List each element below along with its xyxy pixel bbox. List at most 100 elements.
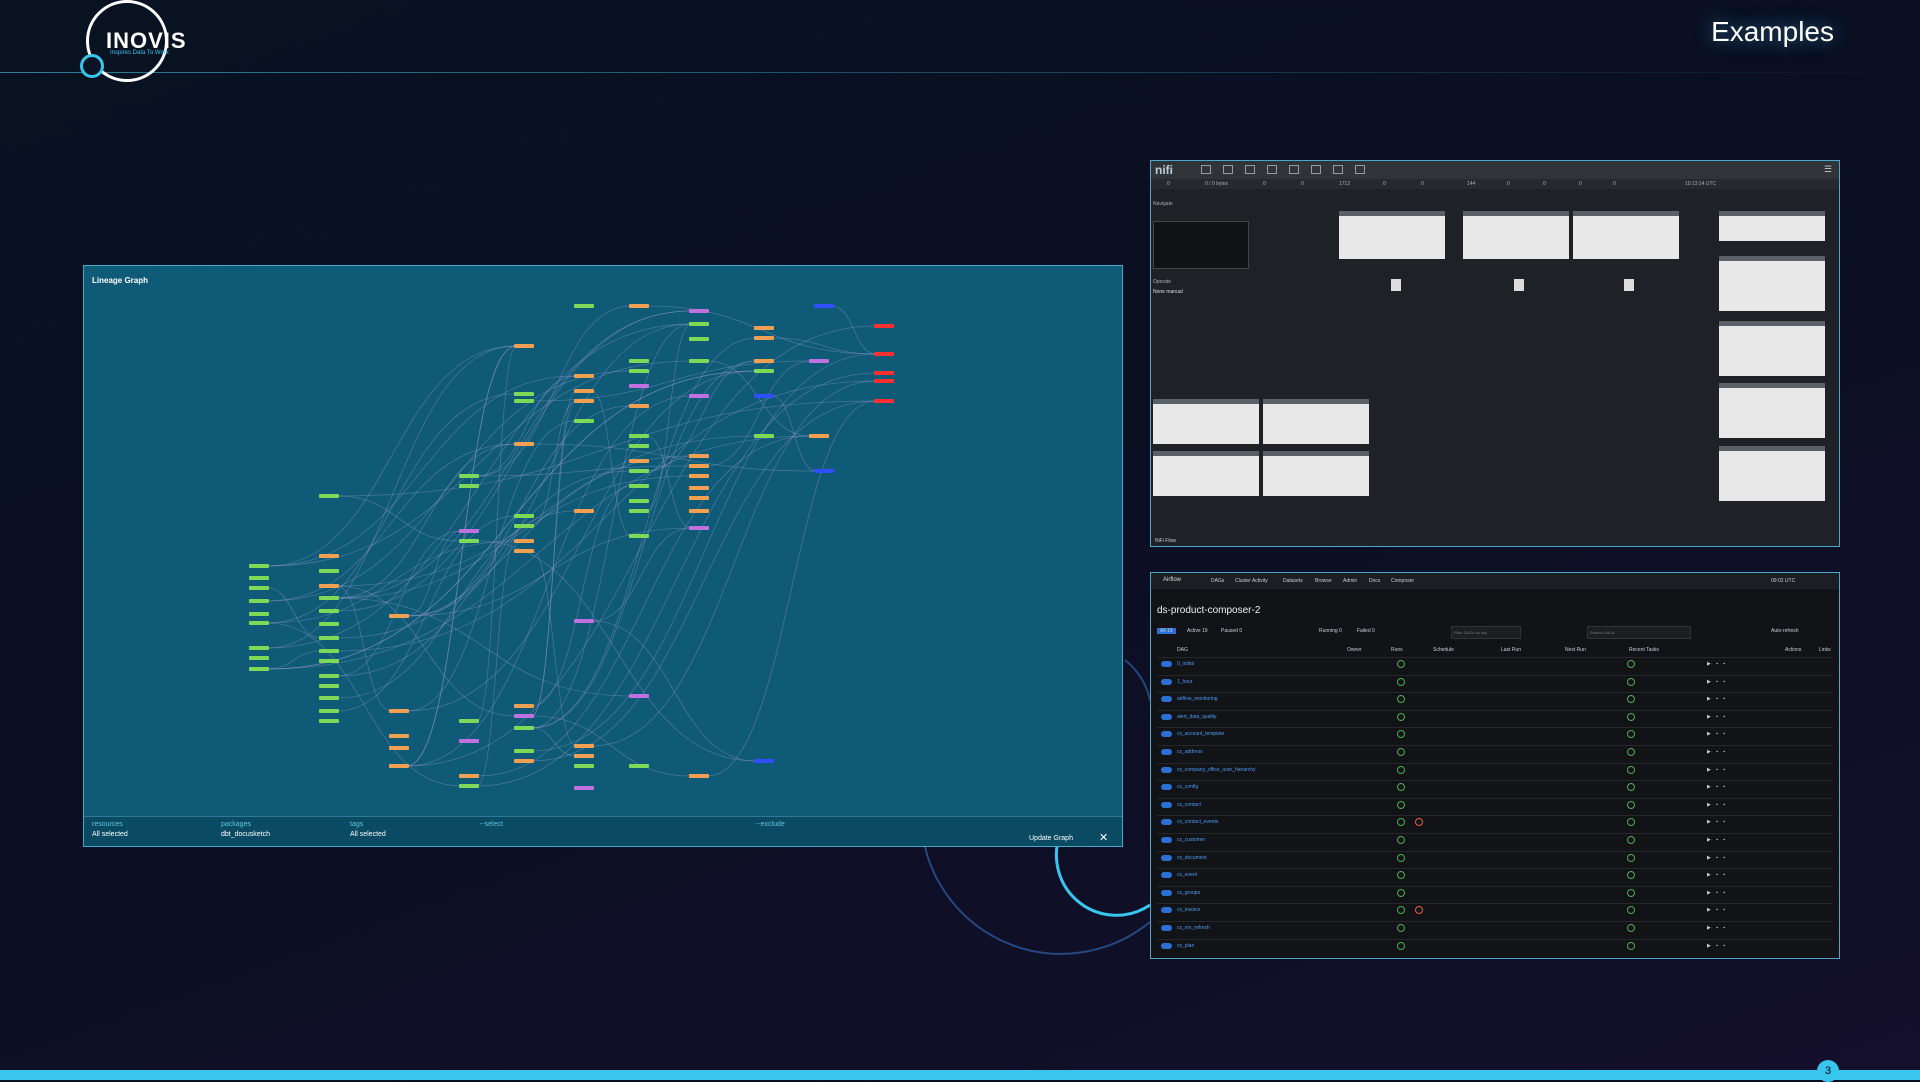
dag-row[interactable]: cs_account_template ▶ ▪ ▪ [1157,727,1833,741]
nav-docs[interactable]: Docs [1369,578,1380,584]
dag-name-link[interactable]: alert_data_quality [1177,714,1216,720]
lineage-node[interactable] [689,486,709,490]
tab-paused[interactable]: Paused 0 [1221,628,1242,634]
lineage-node[interactable] [629,384,649,388]
lineage-node[interactable] [629,444,649,448]
lineage-node[interactable] [754,759,774,763]
filter-tags[interactable]: tags All selected [350,821,386,838]
success-run-icon[interactable] [1397,660,1405,668]
lineage-node[interactable] [754,326,774,330]
nifi-processor[interactable] [1263,451,1369,496]
lineage-node[interactable] [574,389,594,393]
lineage-node[interactable] [389,734,409,738]
nifi-processor[interactable] [1719,321,1825,376]
lineage-node[interactable] [459,474,479,478]
row-actions[interactable]: ▶ ▪ ▪ [1707,802,1727,808]
lineage-node[interactable] [459,739,479,743]
recent-task-icon[interactable] [1627,748,1635,756]
tag-filter-input[interactable] [1451,626,1521,639]
dag-name-link[interactable]: cs_config [1177,784,1198,790]
funnel-icon[interactable] [1311,165,1321,174]
row-actions[interactable]: ▶ ▪ ▪ [1707,925,1727,931]
dag-name-link[interactable]: cs_event [1177,872,1197,878]
lineage-node[interactable] [319,609,339,613]
template-icon[interactable] [1333,165,1343,174]
lineage-node[interactable] [459,784,479,788]
row-actions[interactable]: ▶ ▪ ▪ [1707,714,1727,720]
dag-name-link[interactable]: cs_contact_events [1177,819,1218,825]
lineage-node[interactable] [319,494,339,498]
dag-name-link[interactable]: cs_customer [1177,837,1205,843]
success-run-icon[interactable] [1397,888,1405,897]
input-port-icon[interactable] [1223,165,1233,174]
pause-toggle[interactable] [1161,942,1172,949]
lineage-node[interactable] [689,454,709,458]
lineage-node[interactable] [319,659,339,663]
lineage-node[interactable] [689,322,709,326]
nifi-funnel[interactable] [1391,279,1401,291]
lineage-node[interactable] [459,484,479,488]
lineage-node[interactable] [874,324,894,328]
lineage-node[interactable] [574,419,594,423]
success-run-icon[interactable] [1397,853,1405,862]
tab-all[interactable]: All 19 [1157,628,1176,634]
output-port-icon[interactable] [1245,165,1255,174]
success-run-icon[interactable] [1397,871,1405,880]
recent-task-icon[interactable] [1627,853,1635,862]
lineage-node[interactable] [319,719,339,723]
success-run-icon[interactable] [1397,765,1405,774]
nav-datasets[interactable]: Datasets [1283,578,1303,584]
pause-toggle[interactable] [1161,678,1172,685]
success-run-icon[interactable] [1397,800,1405,809]
lineage-node[interactable] [249,564,269,568]
lineage-node[interactable] [249,667,269,671]
lineage-node[interactable] [574,304,594,308]
recent-task-icon[interactable] [1627,818,1635,827]
lineage-node[interactable] [514,539,534,543]
pause-toggle[interactable] [1161,661,1172,667]
lineage-node[interactable] [814,469,834,473]
lineage-node[interactable] [689,496,709,500]
dag-name-link[interactable]: cs_company_office_user_hierarchy [1177,767,1256,773]
row-actions[interactable]: ▶ ▪ ▪ [1707,731,1727,737]
lineage-node[interactable] [574,786,594,790]
filter-value[interactable]: All selected [350,831,386,838]
dag-row[interactable]: cs_customer ▶ ▪ ▪ [1157,833,1833,847]
lineage-node[interactable] [629,764,649,768]
lineage-node[interactable] [319,596,339,600]
dag-search-input[interactable] [1587,626,1691,639]
pause-toggle[interactable] [1161,731,1172,738]
tab-running[interactable]: Running 0 [1319,628,1342,634]
lineage-node[interactable] [319,569,339,573]
pause-toggle[interactable] [1161,819,1172,826]
dag-row[interactable]: 0_initial ▶ ▪ ▪ [1157,657,1833,671]
lineage-node[interactable] [874,379,894,383]
dag-row[interactable]: 1_hour ▶ ▪ ▪ [1157,674,1833,689]
lineage-node[interactable] [514,749,534,753]
success-run-icon[interactable] [1397,818,1405,827]
recent-task-icon[interactable] [1627,695,1635,704]
lineage-node[interactable] [249,612,269,616]
lineage-node[interactable] [629,369,649,373]
lineage-node[interactable] [629,404,649,408]
dag-row[interactable]: cs_address ▶ ▪ ▪ [1157,745,1833,759]
row-actions[interactable]: ▶ ▪ ▪ [1707,696,1727,702]
nifi-processor[interactable] [1719,256,1825,311]
nifi-processor[interactable] [1719,446,1825,501]
recent-task-icon[interactable] [1627,836,1635,844]
filter-resources[interactable]: resources All selected [92,821,128,838]
lineage-node[interactable] [249,599,269,603]
failed-run-icon[interactable] [1415,906,1423,915]
pause-toggle[interactable] [1161,784,1172,791]
lineage-node[interactable] [249,656,269,660]
column-header[interactable]: Next Run [1565,647,1586,653]
nav-dags[interactable]: DAGs [1211,578,1224,584]
dag-name-link[interactable]: cs_contact [1177,802,1201,808]
recent-task-icon[interactable] [1627,660,1635,668]
dag-name-link[interactable]: 1_hour [1177,679,1193,685]
filter-packages[interactable]: packages dbt_docusketch [221,821,270,838]
lineage-node[interactable] [574,744,594,748]
row-actions[interactable]: ▶ ▪ ▪ [1707,872,1727,878]
lineage-node[interactable] [689,337,709,341]
lineage-node[interactable] [574,374,594,378]
